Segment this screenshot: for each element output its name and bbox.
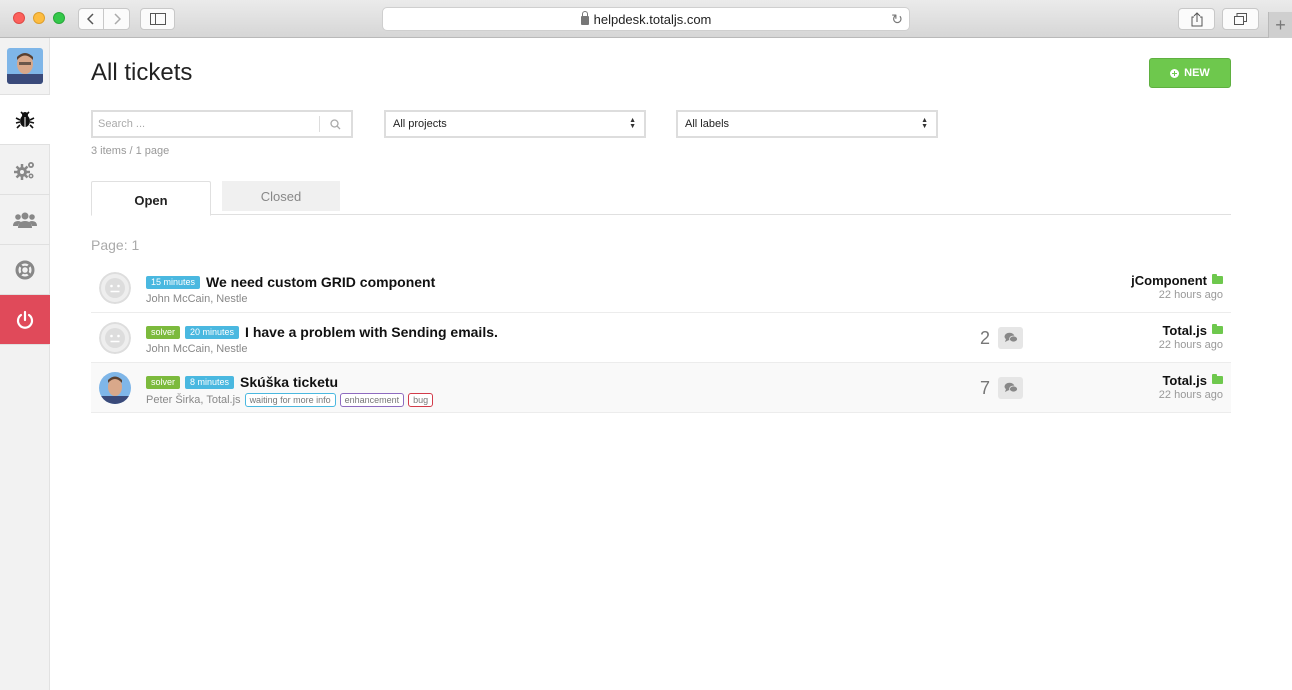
page-title: All tickets	[91, 59, 193, 86]
address-bar[interactable]: helpdesk.totaljs.com ↻	[382, 7, 910, 31]
forward-button[interactable]	[103, 8, 130, 30]
comments-icon	[998, 377, 1024, 399]
zoom-window-button[interactable]	[53, 12, 65, 24]
sidebar-item-logout[interactable]	[0, 295, 50, 345]
plus-circle-icon	[1170, 68, 1180, 78]
ticket-title[interactable]: Skúška ticketu	[240, 374, 338, 390]
sidebar-user-avatar[interactable]	[0, 38, 50, 95]
tab-closed[interactable]: Closed	[222, 181, 340, 211]
new-button-label: NEW	[1184, 67, 1210, 79]
tabs-icon	[1234, 13, 1247, 25]
users-icon	[13, 212, 37, 228]
folder-icon	[1212, 273, 1223, 284]
search-icon[interactable]	[319, 116, 351, 132]
avatar	[99, 272, 131, 304]
search-box	[91, 110, 353, 138]
label-tag[interactable]: bug	[408, 393, 434, 407]
comments-count: 2	[980, 327, 1024, 349]
select-arrows-icon: ▲ ▼	[629, 117, 636, 130]
comments-icon	[998, 327, 1024, 349]
projects-select[interactable]: All projects ▲ ▼	[384, 110, 646, 138]
comment-count: 2	[980, 327, 991, 348]
search-input[interactable]	[93, 112, 319, 136]
show-tabs-button[interactable]	[1222, 8, 1259, 30]
share-icon	[1191, 11, 1202, 26]
sidebar-icon	[149, 13, 166, 25]
ticket-updated: 22 hours ago	[1158, 339, 1223, 351]
label-tag[interactable]: waiting for more info	[244, 393, 336, 407]
ticket-title[interactable]: We need custom GRID component	[206, 274, 435, 290]
power-icon	[16, 310, 34, 329]
ticket-row[interactable]: solver 8 minutes Skúška ticketu Peter Ši…	[91, 363, 1231, 413]
ticket-row[interactable]: 15 minutes We need custom GRID component…	[91, 263, 1231, 313]
ticket-author: John McCain, Nestle	[146, 343, 248, 355]
sidebar-item-users[interactable]	[0, 195, 50, 245]
ticket-row[interactable]: solver 20 minutes I have a problem with …	[91, 313, 1231, 363]
bug-icon	[15, 110, 35, 129]
ticket-updated: 22 hours ago	[1158, 389, 1223, 401]
avatar	[99, 372, 131, 404]
ticket-list: 15 minutes We need custom GRID component…	[91, 263, 1231, 413]
app-sidebar	[0, 38, 50, 690]
sidebar-item-settings[interactable]	[0, 145, 50, 195]
chevron-left-icon	[87, 13, 94, 25]
time-badge: 20 minutes	[185, 325, 240, 339]
project-name: Total.js	[1162, 373, 1207, 388]
folder-icon	[1212, 323, 1223, 334]
labels-select-value: All labels	[685, 118, 730, 130]
time-badge: 8 minutes	[185, 375, 235, 389]
close-window-button[interactable]	[13, 12, 25, 24]
project-name: Total.js	[1162, 323, 1207, 338]
sidebar-toggle-button[interactable]	[140, 8, 175, 30]
share-button[interactable]	[1178, 8, 1215, 30]
ticket-updated: 22 hours ago	[1158, 289, 1223, 301]
lifebuoy-icon	[15, 260, 35, 279]
avatar	[7, 48, 43, 84]
lock-icon	[580, 10, 589, 25]
sidebar-item-support[interactable]	[0, 245, 50, 295]
projects-select-value: All projects	[393, 118, 447, 130]
ticket-author: Peter Širka, Total.js	[146, 394, 241, 406]
items-count: 3 items / 1 page	[91, 145, 170, 157]
time-badge: 15 minutes	[146, 275, 201, 289]
select-arrows-icon: ▲ ▼	[921, 117, 928, 130]
ticket-author: John McCain, Nestle	[146, 293, 248, 305]
comments-count: 7	[980, 377, 1024, 399]
ticket-tabs: Open Closed	[91, 181, 1231, 216]
tab-open[interactable]: Open	[91, 181, 211, 216]
minimize-window-button[interactable]	[33, 12, 45, 24]
labels-select[interactable]: All labels ▲ ▼	[676, 110, 938, 138]
folder-icon	[1212, 373, 1223, 384]
avatar	[99, 322, 131, 354]
back-button[interactable]	[78, 8, 104, 30]
sidebar-item-tickets[interactable]	[0, 95, 50, 145]
url-text: helpdesk.totaljs.com	[593, 11, 712, 27]
gears-icon	[14, 161, 34, 180]
page-label: Page: 1	[91, 237, 140, 253]
solver-badge: solver	[146, 325, 181, 339]
chevron-right-icon	[113, 13, 121, 25]
label-tag[interactable]: enhancement	[339, 393, 405, 407]
solver-badge: solver	[146, 375, 181, 389]
new-ticket-button[interactable]: NEW	[1149, 58, 1231, 88]
new-tab-button[interactable]: +	[1268, 12, 1292, 38]
comment-count: 7	[980, 377, 991, 398]
browser-toolbar: helpdesk.totaljs.com ↻ +	[0, 0, 1292, 38]
reload-icon[interactable]: ↻	[891, 11, 903, 28]
ticket-title[interactable]: I have a problem with Sending emails.	[245, 324, 498, 340]
project-name: jComponent	[1131, 273, 1207, 288]
